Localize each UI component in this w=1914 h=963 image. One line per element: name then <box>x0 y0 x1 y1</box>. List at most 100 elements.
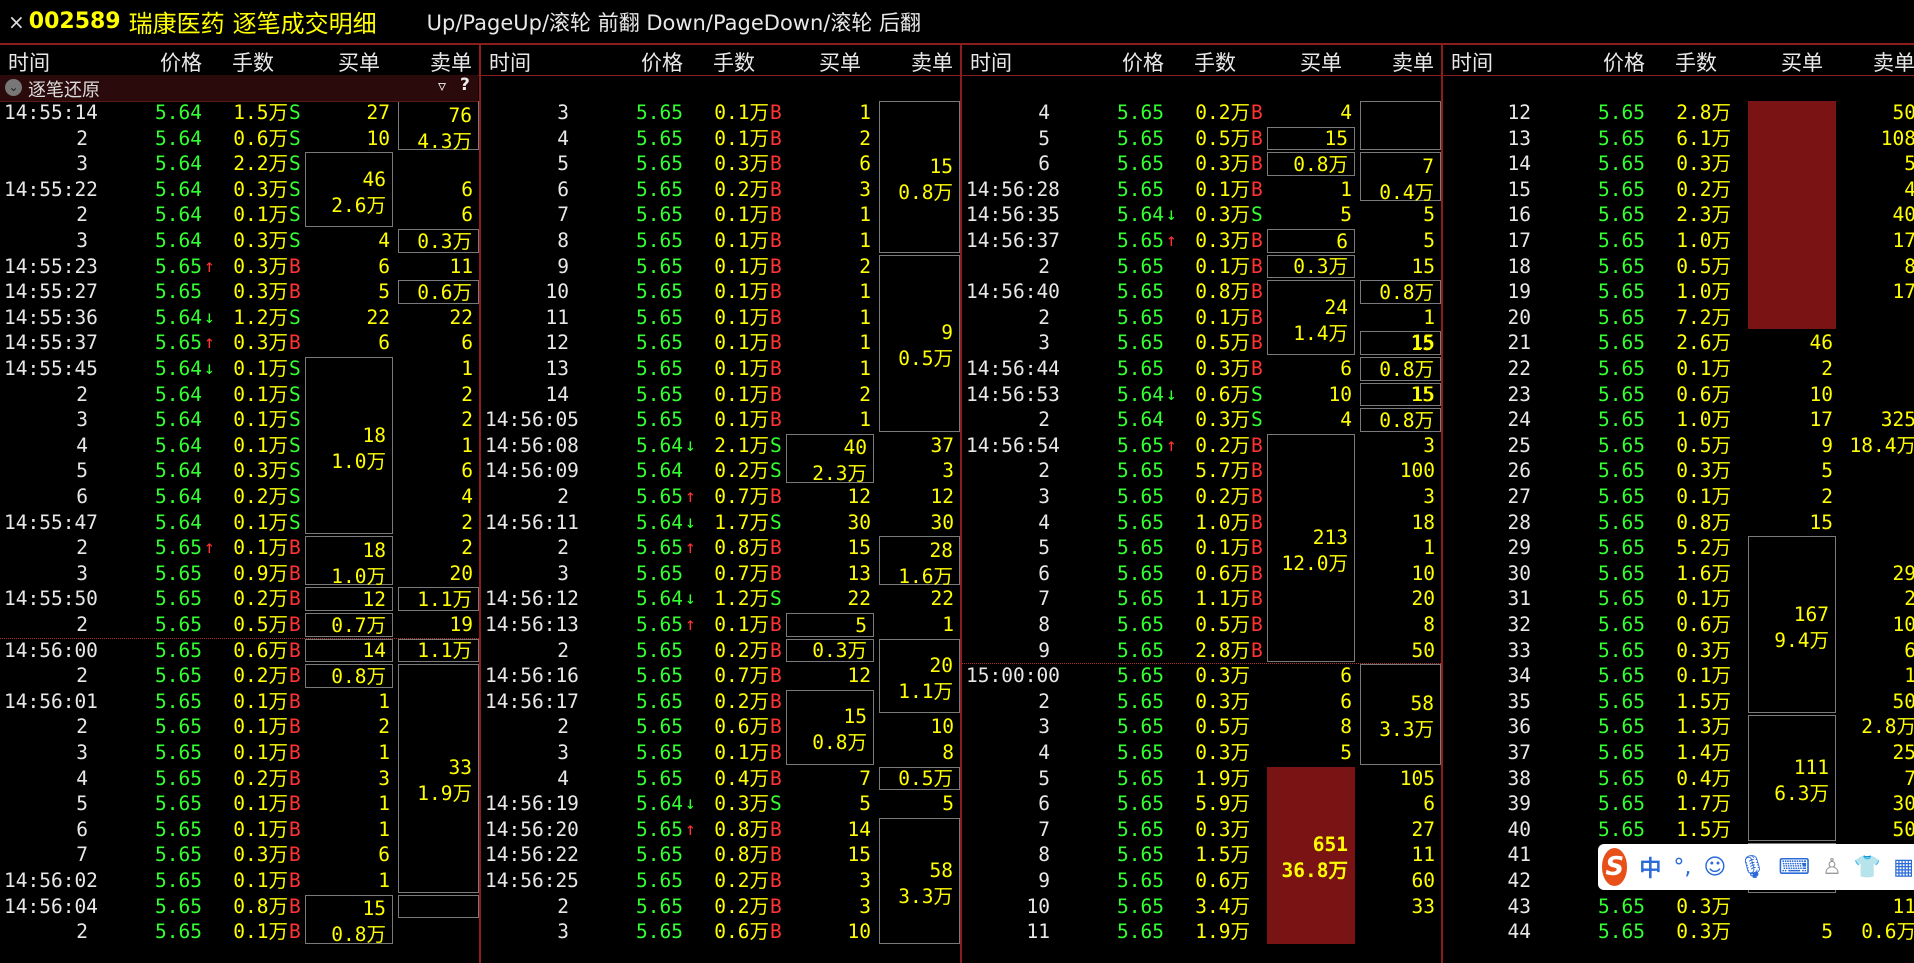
tick-row[interactable]: 6 5.65 0.2万 B 3 <box>481 177 960 203</box>
tick-row[interactable]: 40 5.65 1.5万 50 <box>1443 817 1914 843</box>
tick-row[interactable]: 3 5.65 0.1万 B 8 <box>481 740 960 766</box>
tick-row[interactable]: 14:56:28 5.65 0.1万 B 1 <box>962 177 1441 203</box>
tick-row[interactable]: 15 5.65 0.2万 4 <box>1443 177 1914 203</box>
user-icon[interactable]: ♙ <box>1822 855 1842 880</box>
tick-row[interactable]: 4 5.64 0.1万 S 1 <box>0 433 479 459</box>
help-icon[interactable]: ? <box>460 75 470 95</box>
tick-row[interactable]: 14:56:19 5.64 ↓ 0.3万 S 5 5 <box>481 791 960 817</box>
tick-row[interactable]: 5 5.65 0.1万 B 1 <box>0 791 479 817</box>
tick-row[interactable]: 17 5.65 1.0万 17 <box>1443 228 1914 254</box>
tick-row[interactable]: 14:56:22 5.65 0.8万 B 15 <box>481 842 960 868</box>
tick-row[interactable]: 5 5.65 1.9万 105 <box>962 766 1441 792</box>
skin-icon[interactable]: 👕 <box>1854 855 1881 880</box>
tick-row[interactable]: 26 5.65 0.3万 5 <box>1443 458 1914 484</box>
tick-row[interactable]: 2 5.64 0.3万 S 4 <box>962 407 1441 433</box>
tick-row[interactable]: 14 5.65 0.3万 5 <box>1443 151 1914 177</box>
tick-row[interactable]: 19 5.65 1.0万 17 <box>1443 279 1914 305</box>
tick-row[interactable]: 14:55:50 5.65 0.2万 B <box>0 586 479 612</box>
tick-row[interactable]: 14:56:16 5.65 0.7万 B 12 <box>481 663 960 689</box>
tick-row[interactable]: 10 5.65 3.4万 33 <box>962 894 1441 920</box>
tick-row[interactable]: 43 5.65 0.3万 11 <box>1443 894 1914 920</box>
tick-row[interactable]: 2 5.65 0.1万 B 15 <box>962 254 1441 280</box>
tick-row[interactable]: 2 5.65 5.7万 B 100 <box>962 458 1441 484</box>
tick-row[interactable]: 8 5.65 1.5万 11 <box>962 842 1441 868</box>
tick-row[interactable]: 25 5.65 0.5万 9 18.4万 <box>1443 433 1914 459</box>
tick-row[interactable]: 12 5.65 2.8万 50 <box>1443 100 1914 126</box>
tick-row[interactable]: 23 5.65 0.6万 10 <box>1443 382 1914 408</box>
tick-row[interactable]: 24 5.65 1.0万 17 325 <box>1443 407 1914 433</box>
collapse-icon[interactable]: ⌄ <box>5 79 22 96</box>
tick-row[interactable]: 3 5.65 0.1万 B 1 <box>481 100 960 126</box>
tick-row[interactable]: 10 5.65 0.1万 B 1 <box>481 279 960 305</box>
tick-row[interactable]: 4 5.65 0.1万 B 2 <box>481 126 960 152</box>
tick-row[interactable]: 6 5.65 0.3万 B <box>962 151 1441 177</box>
tick-row[interactable]: 14:56:12 5.64 ↓ 1.2万 S 22 22 <box>481 586 960 612</box>
tick-row[interactable]: 9 5.65 0.1万 B 2 <box>481 254 960 280</box>
close-icon[interactable]: × <box>8 10 25 34</box>
tick-row[interactable]: 14:56:40 5.65 0.8万 B <box>962 279 1441 305</box>
tick-row[interactable]: 9 5.65 2.8万 B 50 <box>962 638 1441 664</box>
tick-row[interactable]: 4 5.65 0.3万 5 <box>962 740 1441 766</box>
tick-row[interactable]: 2 5.65 0.6万 B 10 <box>481 714 960 740</box>
tick-row[interactable]: 2 5.65 ↑ 0.8万 B 15 <box>481 535 960 561</box>
tick-row[interactable]: 14:56:53 5.64 ↓ 0.6万 S 10 15 <box>962 382 1441 408</box>
tick-row[interactable]: 21 5.65 2.6万 46 <box>1443 330 1914 356</box>
tick-row[interactable]: 44 5.65 0.3万 5 0.6万 <box>1443 919 1914 945</box>
tick-row[interactable]: 14:56:08 5.64 ↓ 2.1万 S 37 <box>481 433 960 459</box>
tick-row[interactable]: 14:56:20 5.65 ↑ 0.8万 B 14 <box>481 817 960 843</box>
tick-row[interactable]: 2 5.65 0.1万 B 2 <box>0 714 479 740</box>
tick-row[interactable]: 2 5.65 ↑ 0.1万 B 2 <box>0 535 479 561</box>
tick-row[interactable]: 3 5.65 0.7万 B 13 <box>481 561 960 587</box>
tick-row[interactable]: 14:56:54 5.65 ↑ 0.2万 B 3 <box>962 433 1441 459</box>
tick-restore-bar[interactable]: ⌄ 逐笔还原 ▿ ? <box>0 75 478 102</box>
tick-row[interactable]: 3 5.65 0.5万 8 <box>962 714 1441 740</box>
tick-row[interactable]: 14:56:05 5.65 0.1万 B 1 <box>481 407 960 433</box>
tick-row[interactable]: 7 5.65 0.3万 27 <box>962 817 1441 843</box>
tick-row[interactable]: 15:00:00 5.65 0.3万 6 <box>962 663 1441 689</box>
tick-row[interactable]: 2 5.65 0.2万 B 3 <box>481 894 960 920</box>
tick-row[interactable]: 5 5.65 0.3万 B 6 <box>481 151 960 177</box>
tick-row[interactable]: 2 5.65 ↑ 0.7万 B 12 12 <box>481 484 960 510</box>
tick-row[interactable]: 14:55:47 5.64 0.1万 S 2 <box>0 510 479 536</box>
tick-row[interactable]: 3 5.64 0.1万 S 2 <box>0 407 479 433</box>
tick-row[interactable]: 14:56:37 5.65 ↑ 0.3万 B 5 <box>962 228 1441 254</box>
tick-row[interactable]: 14:55:45 5.64 ↓ 0.1万 S 1 <box>0 356 479 382</box>
tick-row[interactable]: 2 5.64 0.6万 S 10 <box>0 126 479 152</box>
tick-row[interactable]: 3 5.64 0.3万 S 4 <box>0 228 479 254</box>
tick-row[interactable]: 30 5.65 1.6万 29 <box>1443 561 1914 587</box>
tick-row[interactable]: 6 5.64 0.2万 S 4 <box>0 484 479 510</box>
tick-row[interactable]: 7 5.65 1.1万 B 20 <box>962 586 1441 612</box>
tick-row[interactable]: 34 5.65 0.1万 1 <box>1443 663 1914 689</box>
tick-row[interactable]: 8 5.65 0.1万 B 1 <box>481 228 960 254</box>
tick-row[interactable]: 3 5.65 0.9万 B 20 <box>0 561 479 587</box>
tick-row[interactable]: 4 5.65 0.2万 B 3 <box>0 766 479 792</box>
tick-row[interactable]: 14:55:36 5.64 ↓ 1.2万 S 22 22 <box>0 305 479 331</box>
tick-row[interactable]: 14:56:11 5.64 ↓ 1.7万 S 30 30 <box>481 510 960 536</box>
tick-row[interactable]: 36 5.65 1.3万 2.8万 <box>1443 714 1914 740</box>
tick-row[interactable]: 3 5.65 0.5万 B 15 <box>962 330 1441 356</box>
tick-row[interactable]: 2 5.64 0.1万 S 6 <box>0 202 479 228</box>
tick-row[interactable]: 4 5.65 0.4万 B 7 <box>481 766 960 792</box>
tick-row[interactable]: 32 5.65 0.6万 10 <box>1443 612 1914 638</box>
tick-row[interactable]: 3 5.65 0.2万 B 3 <box>962 484 1441 510</box>
tick-row[interactable]: 11 5.65 0.1万 B 1 <box>481 305 960 331</box>
tick-row[interactable]: 14:55:14 5.64 1.5万 S 27 <box>0 100 479 126</box>
tick-row[interactable]: 2 5.65 0.2万 B <box>0 663 479 689</box>
tick-row[interactable]: 38 5.65 0.4万 7 <box>1443 766 1914 792</box>
grid-icon[interactable]: ▦ <box>1893 855 1914 880</box>
tick-row[interactable]: 16 5.65 2.3万 40 <box>1443 202 1914 228</box>
tick-row[interactable]: 20 5.65 7.2万 <box>1443 305 1914 331</box>
tick-row[interactable]: 39 5.65 1.7万 30 <box>1443 791 1914 817</box>
tick-row[interactable]: 22 5.65 0.1万 2 <box>1443 356 1914 382</box>
tick-row[interactable]: 14:56:04 5.65 0.8万 B <box>0 894 479 920</box>
tick-row[interactable]: 8 5.65 0.5万 B 8 <box>962 612 1441 638</box>
emoji-icon[interactable]: ☺ <box>1703 855 1726 880</box>
tick-row[interactable]: 14:56:35 5.64 ↓ 0.3万 S 5 5 <box>962 202 1441 228</box>
mic-icon[interactable]: 🎙 <box>1738 855 1766 880</box>
tick-row[interactable]: 2 5.64 0.1万 S 2 <box>0 382 479 408</box>
tick-row[interactable]: 2 5.65 0.1万 B 1 <box>962 305 1441 331</box>
tick-row[interactable]: 18 5.65 0.5万 8 <box>1443 254 1914 280</box>
tick-row[interactable]: 3 5.64 2.2万 S <box>0 151 479 177</box>
tick-row[interactable]: 2 5.65 0.1万 B <box>0 919 479 945</box>
tick-row[interactable]: 5 5.65 0.1万 B 1 <box>962 535 1441 561</box>
